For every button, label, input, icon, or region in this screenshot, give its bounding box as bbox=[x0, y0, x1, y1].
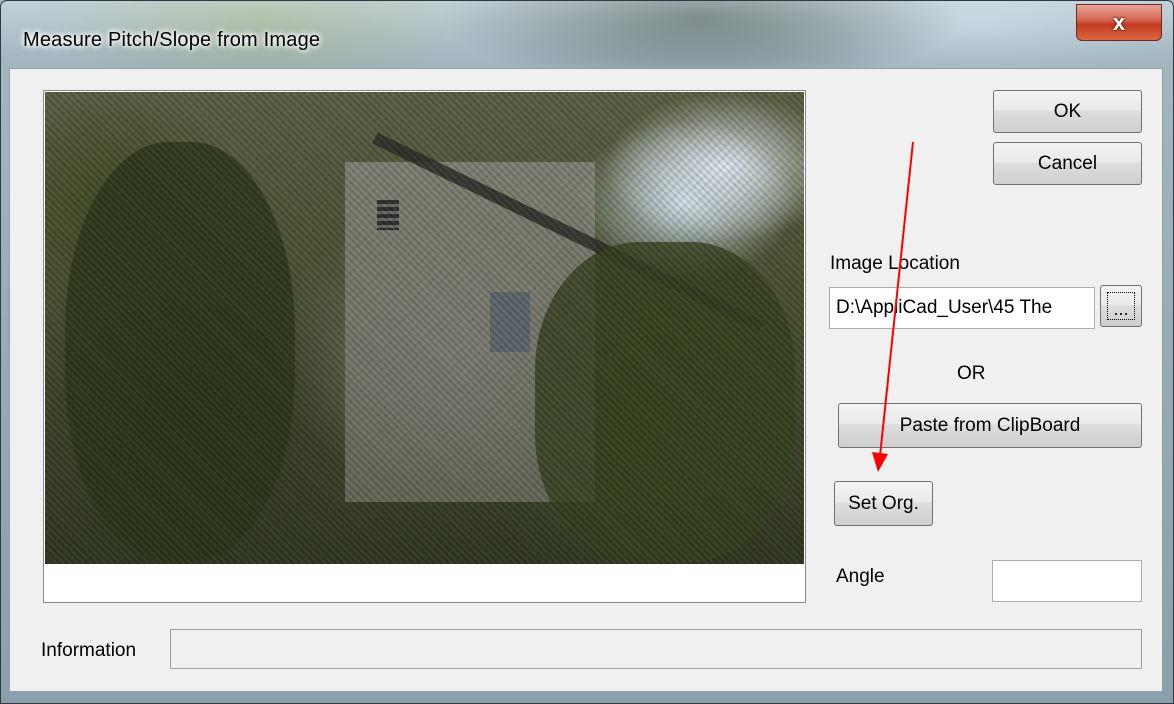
image-location-label: Image Location bbox=[830, 253, 960, 274]
information-label: Information bbox=[41, 640, 137, 661]
photo-noise-overlay bbox=[45, 92, 804, 564]
dialog-client-area: OK Cancel Image Location ... OR Paste fr… bbox=[9, 68, 1163, 692]
ellipsis-icon: ... bbox=[1107, 292, 1135, 320]
or-label: OR bbox=[957, 363, 986, 384]
ok-button[interactable]: OK bbox=[993, 90, 1142, 133]
information-field bbox=[170, 629, 1142, 669]
close-icon: x bbox=[1112, 9, 1126, 35]
browse-button[interactable]: ... bbox=[1100, 285, 1142, 327]
paste-from-clipboard-button[interactable]: Paste from ClipBoard bbox=[838, 403, 1142, 448]
angle-input[interactable] bbox=[992, 560, 1142, 602]
image-location-input[interactable] bbox=[829, 287, 1095, 329]
angle-label: Angle bbox=[836, 566, 885, 587]
set-origin-button[interactable]: Set Org. bbox=[834, 481, 933, 526]
close-button[interactable]: x bbox=[1076, 4, 1162, 41]
window-title: Measure Pitch/Slope from Image bbox=[23, 29, 321, 51]
image-preview-frame[interactable] bbox=[43, 90, 806, 603]
house-photo[interactable] bbox=[45, 92, 804, 564]
title-bar[interactable]: Measure Pitch/Slope from Image x bbox=[1, 1, 1173, 71]
cancel-button[interactable]: Cancel bbox=[993, 142, 1142, 185]
